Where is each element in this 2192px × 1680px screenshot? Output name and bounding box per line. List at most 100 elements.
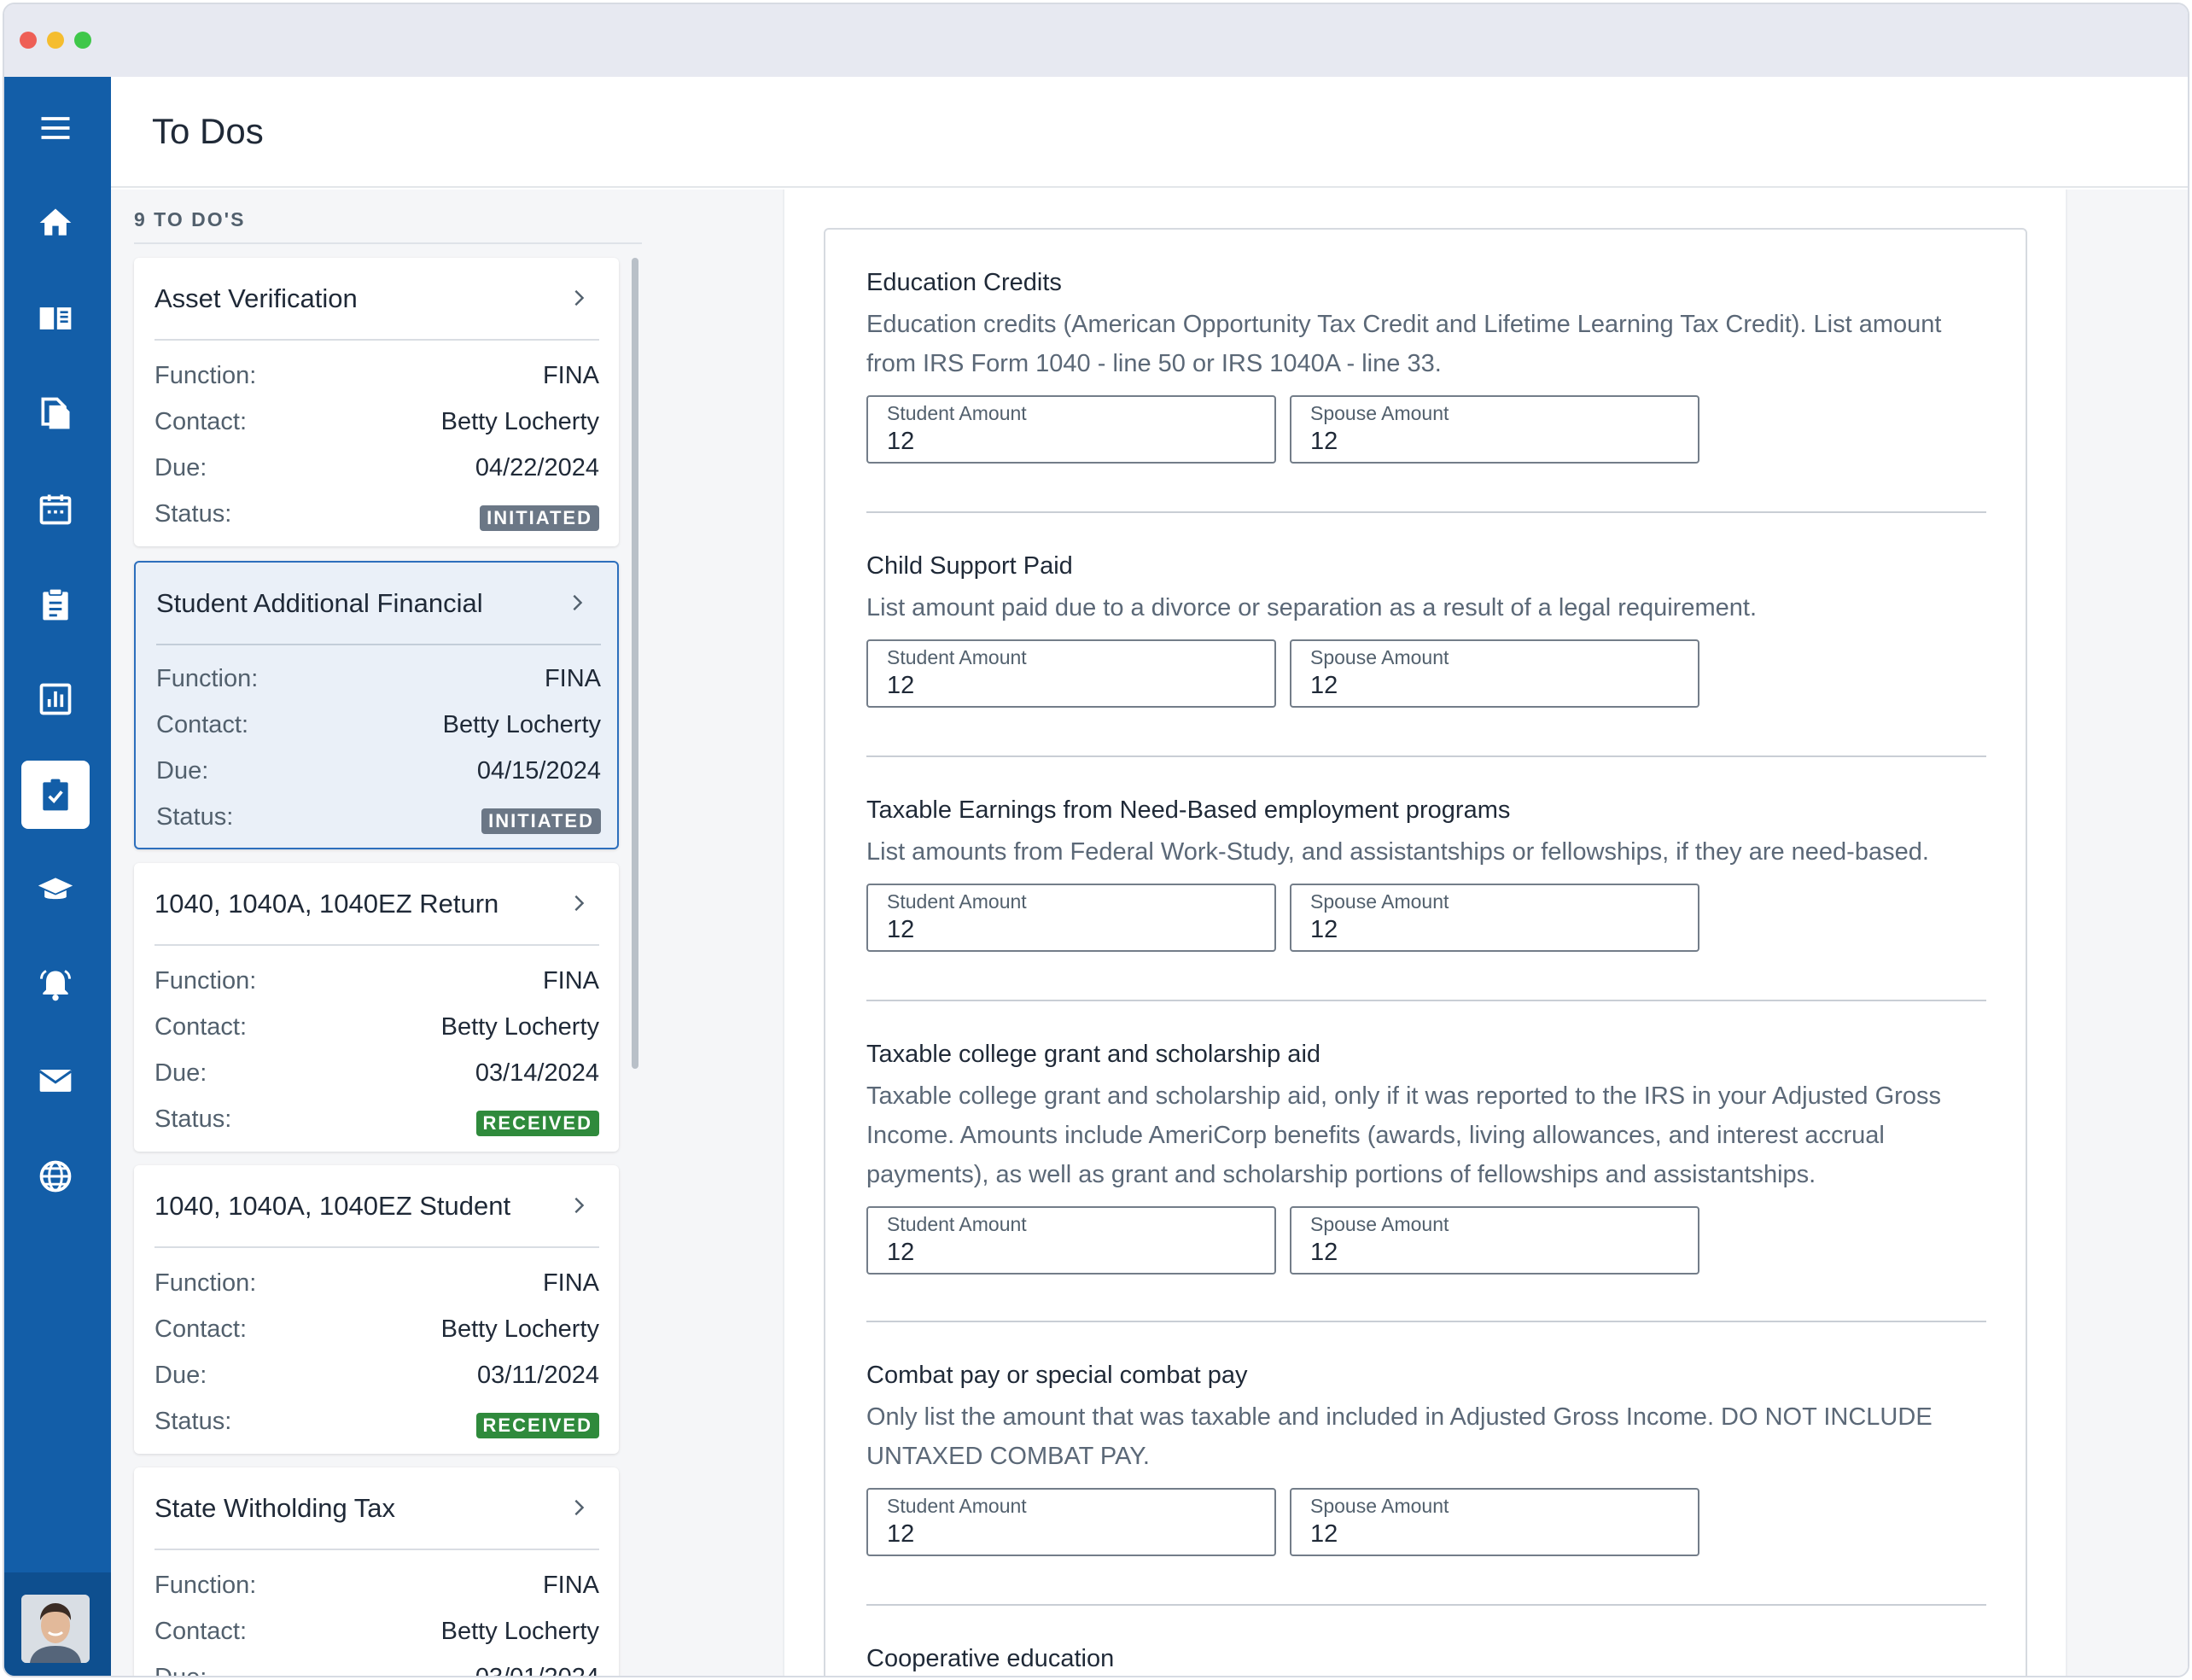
divider — [154, 1549, 599, 1550]
contact-value: Betty Locherty — [440, 408, 599, 435]
sidebar-item-reports[interactable] — [21, 665, 90, 733]
function-label: Function: — [154, 1572, 257, 1599]
student-amount-value: 12 — [887, 428, 915, 455]
todo-card[interactable]: State Witholding Tax Function: FINA Conta… — [134, 1467, 619, 1677]
student-amount-label: Student Amount — [887, 646, 1027, 668]
function-label: Function: — [154, 1269, 257, 1297]
list-scrollbar[interactable] — [632, 258, 638, 1069]
form-section: Taxable college grant and scholarship ai… — [866, 1037, 1986, 1275]
student-amount-field[interactable]: Student Amount 12 — [866, 395, 1276, 464]
sidebar-item-web[interactable] — [21, 1142, 90, 1210]
chevron-right-icon — [574, 1499, 585, 1516]
minimize-window-button[interactable] — [47, 32, 64, 49]
documents-icon — [41, 397, 70, 429]
todo-title: 1040, 1040A, 1040EZ Return — [154, 889, 499, 919]
chevron-right-icon — [574, 895, 585, 912]
avatar[interactable] — [21, 1595, 90, 1663]
todo-title: Student Additional Financial — [156, 588, 483, 618]
sidebar-item-documents[interactable] — [21, 379, 90, 447]
calendar-icon — [39, 494, 72, 525]
spouse-amount-field[interactable]: Spouse Amount 12 — [1290, 1206, 1699, 1275]
book-icon — [39, 307, 72, 330]
student-amount-value: 12 — [887, 1520, 915, 1548]
section-description: Only list the amount that was taxable an… — [866, 1403, 1933, 1470]
section-title: Cooperative education — [866, 1645, 1115, 1672]
due-value: 03/01/2024 — [475, 1664, 599, 1677]
sidebar-item-home[interactable] — [21, 189, 90, 257]
todo-card[interactable]: 1040, 1040A, 1040EZ Return Function: FINA… — [134, 863, 619, 1152]
close-window-button[interactable] — [20, 32, 37, 49]
spouse-amount-field[interactable]: Spouse Amount 12 — [1290, 884, 1699, 952]
form-section: Cooperative education — [866, 1642, 1986, 1676]
function-value: FINA — [542, 362, 599, 389]
todo-card-selected[interactable]: Student Additional Financial Function: FI… — [134, 561, 619, 849]
divider — [154, 944, 599, 946]
maximize-window-button[interactable] — [74, 32, 91, 49]
sidebar-item-calendar[interactable] — [21, 475, 90, 543]
todo-card[interactable]: Asset Verification Function: FINA Contact… — [134, 258, 619, 546]
student-amount-field[interactable]: Student Amount 12 — [866, 1488, 1276, 1556]
divider — [154, 339, 599, 341]
section-title: Combat pay or special combat pay — [866, 1362, 1248, 1389]
spouse-amount-value: 12 — [1310, 672, 1338, 699]
section-title: Education Credits — [866, 269, 1062, 296]
form-section: Taxable Earnings from Need-Based employm… — [866, 793, 1986, 952]
spouse-amount-field[interactable]: Spouse Amount 12 — [1290, 1488, 1699, 1556]
window-titlebar — [4, 4, 2188, 77]
divider — [866, 755, 1986, 757]
spouse-amount-value: 12 — [1310, 1520, 1338, 1548]
section-title: Taxable Earnings from Need-Based employm… — [866, 796, 1511, 824]
todo-title: Asset Verification — [154, 283, 358, 313]
bell-icon — [40, 970, 71, 1001]
sidebar-item-alerts[interactable] — [21, 951, 90, 1019]
status-label: Status: — [156, 803, 234, 831]
sidebar-item-book[interactable] — [21, 284, 90, 353]
spouse-amount-label: Spouse Amount — [1310, 402, 1449, 424]
student-amount-value: 12 — [887, 916, 915, 943]
status-label: Status: — [154, 1408, 232, 1435]
student-amount-field[interactable]: Student Amount 12 — [866, 1206, 1276, 1275]
home-icon — [39, 208, 72, 236]
todo-card[interactable]: 1040, 1040A, 1040EZ Student Function: FIN… — [134, 1165, 619, 1454]
due-label: Due: — [156, 757, 209, 785]
chevron-right-icon — [574, 1197, 585, 1214]
menu-button[interactable] — [21, 94, 90, 162]
sidebar-item-education[interactable] — [21, 856, 90, 925]
spouse-amount-value: 12 — [1310, 1239, 1338, 1266]
student-amount-label: Student Amount — [887, 890, 1027, 913]
spouse-amount-field[interactable]: Spouse Amount 12 — [1290, 395, 1699, 464]
contact-value: Betty Locherty — [440, 1013, 599, 1041]
todo-list-panel: 9 TO DO'S Asset Verification Function: FI… — [111, 190, 781, 1677]
section-description: List amounts from Federal Work-Study, an… — [866, 838, 1929, 866]
section-description: Taxable college grant and scholarship ai… — [866, 1082, 1941, 1188]
function-value: FINA — [542, 1572, 599, 1599]
status-badge: RECEIVED — [475, 1111, 599, 1136]
todo-title: 1040, 1040A, 1040EZ Student — [154, 1191, 511, 1221]
sidebar-item-mail[interactable] — [21, 1047, 90, 1115]
student-amount-field[interactable]: Student Amount 12 — [866, 639, 1276, 708]
user-photo-icon — [21, 1595, 90, 1663]
function-value: FINA — [542, 1269, 599, 1297]
graduation-cap-icon — [38, 878, 73, 900]
section-description: List amount paid due to a divorce or sep… — [866, 594, 1757, 621]
section-description: Education credits (American Opportunity … — [866, 311, 1942, 377]
spouse-amount-field[interactable]: Spouse Amount 12 — [1290, 639, 1699, 708]
sidebar-item-clipboard[interactable] — [21, 570, 90, 639]
status-label: Status: — [154, 1105, 232, 1133]
status-label: Status: — [154, 500, 232, 528]
section-title: Child Support Paid — [866, 552, 1073, 580]
contact-label: Contact: — [154, 1013, 247, 1041]
due-label: Due: — [154, 454, 207, 481]
section-title: Taxable college grant and scholarship ai… — [866, 1041, 1321, 1068]
spouse-amount-label: Spouse Amount — [1310, 646, 1449, 668]
menu-icon — [41, 117, 70, 139]
status-badge: INITIATED — [480, 505, 599, 531]
spouse-amount-label: Spouse Amount — [1310, 890, 1449, 913]
page-title: To Dos — [152, 111, 264, 151]
due-value: 04/22/2024 — [475, 454, 599, 481]
status-badge: RECEIVED — [475, 1413, 599, 1438]
student-amount-field[interactable]: Student Amount 12 — [866, 884, 1276, 952]
function-label: Function: — [156, 665, 259, 692]
sidebar-item-todos[interactable] — [21, 761, 90, 829]
due-label: Due: — [154, 1059, 207, 1087]
